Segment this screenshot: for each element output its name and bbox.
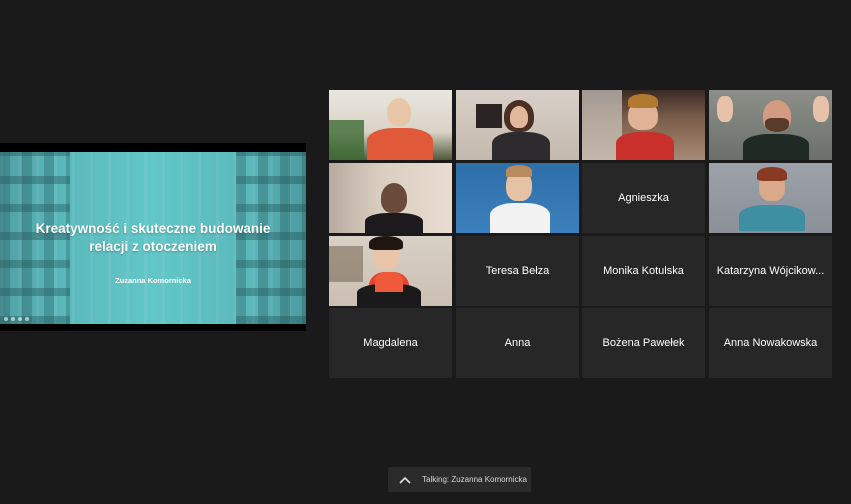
participant-name-tile[interactable]: Magdalena: [329, 308, 452, 378]
participant-name: Anna: [504, 337, 531, 349]
participant-name: Agnieszka: [618, 192, 669, 204]
chevron-up-icon[interactable]: [388, 467, 422, 492]
participant-video-tile[interactable]: [329, 90, 452, 160]
participant-name: Anna Nowakowska: [723, 337, 818, 349]
participant-video-tile[interactable]: [329, 163, 452, 233]
participant-name-tile[interactable]: Anna Nowakowska: [709, 308, 832, 378]
presentation-slide: Kreatywność i skuteczne budowanie relacj…: [0, 152, 306, 324]
participant-name: Magdalena: [363, 337, 418, 349]
talking-indicator-bar: Talking: Zuzanna Komornicka: [388, 467, 531, 492]
participant-video-tile[interactable]: [709, 90, 832, 160]
participant-name: Katarzyna Wójcikow...: [716, 265, 825, 277]
meeting-window: Kreatywność i skuteczne budowanie relacj…: [0, 0, 851, 504]
participant-video-tile[interactable]: [456, 90, 579, 160]
participant-name: Bożena Pawełek: [602, 337, 685, 349]
participant-name: Teresa Bełza: [485, 265, 550, 277]
participant-video-tile[interactable]: [456, 163, 579, 233]
participant-name-tile[interactable]: Bożena Pawełek: [582, 308, 705, 378]
talking-label: Talking: Zuzanna Komornicka: [422, 475, 527, 484]
slide-progress-dots: [4, 317, 29, 321]
participant-name: Monika Kotulska: [603, 265, 684, 277]
participant-name-tile[interactable]: Teresa Bełza: [456, 236, 579, 306]
shared-screen[interactable]: Kreatywność i skuteczne budowanie relacj…: [0, 143, 306, 331]
participant-video-tile[interactable]: [582, 90, 705, 160]
participant-name-tile[interactable]: Katarzyna Wójcikow...: [709, 236, 832, 306]
participant-name-tile[interactable]: Agnieszka: [582, 163, 705, 233]
participant-video-tile[interactable]: [329, 236, 452, 306]
slide-author: Zuzanna Komornicka: [115, 276, 191, 285]
active-speaker-video-tile[interactable]: [709, 163, 832, 233]
participant-name-tile[interactable]: Monika Kotulska: [582, 236, 705, 306]
slide-title: Kreatywność i skuteczne budowanie relacj…: [35, 221, 271, 254]
participant-name-tile[interactable]: Anna: [456, 308, 579, 378]
